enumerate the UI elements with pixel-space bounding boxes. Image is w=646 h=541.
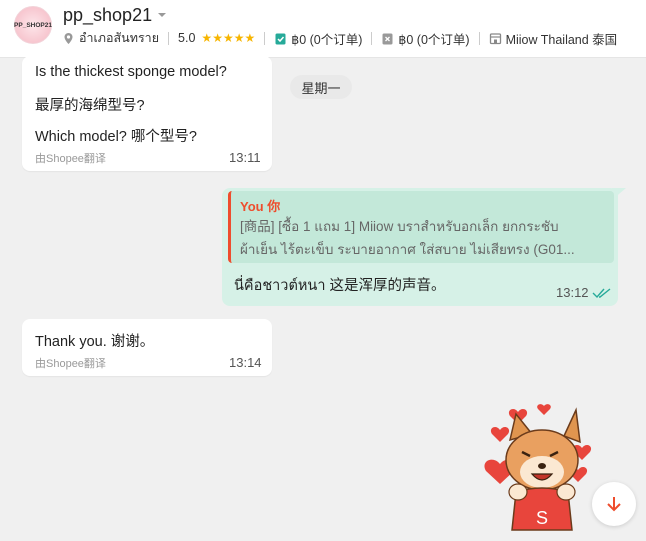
divider (371, 31, 373, 45)
shop-name[interactable]: pp_shop21 (63, 5, 152, 26)
read-ticks-icon (592, 288, 611, 299)
avatar-label: PP_SHOP21 (14, 21, 52, 29)
location-pin-icon (64, 32, 73, 44)
star-icon: ★ (201, 31, 213, 45)
chevron-down-icon[interactable] (156, 10, 168, 20)
star-icon: ★ (244, 31, 256, 45)
message-time: 13:14 (229, 355, 262, 370)
clipboard-pending-icon (382, 33, 393, 44)
quote-text: ผ้าเย็น ไร้ตะเข็บ ระบายอากาศ ใส่สบาย ไม่… (240, 242, 575, 257)
message-text: 最厚的海绵型号? (35, 98, 145, 114)
translated-by-label: 由Shopee翻译 (35, 358, 106, 370)
quote-author: You 你 (240, 199, 281, 214)
message-time: 13:11 (229, 150, 261, 165)
paid-orders[interactable]: ฿0 (0个订单) (291, 29, 362, 48)
scroll-to-bottom-button[interactable] (592, 482, 636, 526)
pending-orders[interactable]: ฿0 (0个订单) (398, 29, 469, 48)
divider (478, 31, 480, 45)
shop-location: อำเภอสันทราย (79, 31, 160, 45)
shop-rating: 5.0 (178, 31, 196, 45)
shop-avatar[interactable]: PP_SHOP21 (14, 6, 52, 44)
chat-header: PP_SHOP21 pp_shop21 อำเภอสันทราย 5.0 ★ ★… (0, 0, 646, 58)
store-name[interactable]: Miiow Thailand 泰国 (506, 29, 618, 48)
quote-text: [商品] [ซื้อ 1 แถม 1] Miiow บราสำหรับอกเล็… (240, 219, 559, 234)
divider (264, 31, 266, 45)
message-text: Thank you. 谢谢。 (35, 334, 155, 350)
arrow-down-icon (607, 497, 621, 512)
store-icon (489, 32, 501, 44)
divider (168, 31, 170, 45)
message-text: นี่คือชาวต์หนา 这是浑厚的声音。 (234, 278, 446, 294)
rating-stars: ★ ★ ★ ★ ★ (201, 32, 255, 44)
mascot-badge: S (536, 508, 548, 528)
clipboard-check-icon (275, 33, 286, 44)
star-icon: ★ (233, 31, 245, 45)
translated-by-label: 由Shopee翻译 (35, 153, 106, 165)
day-label: 星期一 (301, 80, 341, 96)
message-text: Is the thickest sponge model? (35, 64, 227, 80)
bubble-tail (612, 188, 626, 200)
mascot-sticker[interactable]: S (478, 400, 598, 535)
star-icon: ★ (222, 31, 234, 45)
shop-meta-row: อำเภอสันทราย 5.0 ★ ★ ★ ★ ★ ฿0 (0个订单) ฿0 … (62, 29, 617, 47)
message-text: Which model? 哪个型号? (35, 129, 197, 145)
star-icon: ★ (212, 31, 223, 45)
message-time: 13:12 (556, 285, 589, 300)
day-separator: 星期一 (290, 75, 352, 99)
